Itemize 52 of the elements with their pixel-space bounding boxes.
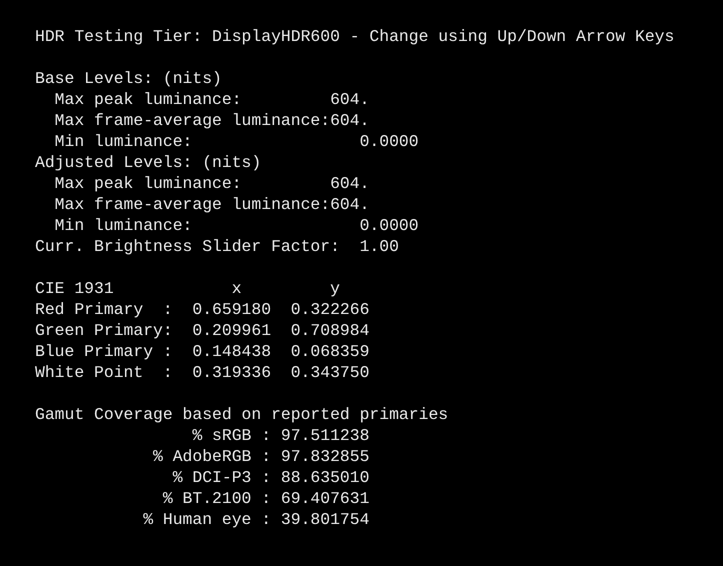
y-value: 0.322266 xyxy=(290,299,370,320)
metric-label: Max peak luminance: xyxy=(54,89,242,110)
metric-value: 604. xyxy=(330,111,370,130)
section-heading: Base Levels: (nits) xyxy=(35,68,222,89)
gamut-heading: Gamut Coverage based on reported primaries xyxy=(35,404,448,425)
primary-label: Red Primary xyxy=(35,299,144,320)
separator: : xyxy=(162,320,173,341)
screen-title: HDR Testing Tier: DisplayHDR600 - Change using Up/Down Arrow Keys xyxy=(35,26,674,47)
separator: : xyxy=(261,446,272,467)
gamut-label: % Human eye xyxy=(143,509,252,530)
brightness-label: Curr. Brightness Slider Factor: xyxy=(35,236,340,257)
metric-label: Min luminance: xyxy=(54,215,192,236)
separator: : xyxy=(261,509,272,530)
metric-label: Max peak luminance: xyxy=(54,173,242,194)
y-value: 0.343750 xyxy=(290,362,370,383)
gamut-label: % DCI-P3 xyxy=(172,467,252,488)
metric-value: 604. xyxy=(330,174,370,193)
gamut-label: % AdobeRGB xyxy=(153,446,252,467)
x-value: 0.659180 xyxy=(192,299,272,320)
y-value: 0.068359 xyxy=(290,341,370,362)
metric-value: 604. xyxy=(330,90,370,109)
metric-value: 0.0000 xyxy=(360,216,419,235)
metric-label: Max frame-average luminance: xyxy=(54,194,330,215)
x-value: 0.319336 xyxy=(192,362,272,383)
separator: : xyxy=(162,299,173,320)
gamut-label: % sRGB xyxy=(192,425,252,446)
separator: : xyxy=(261,467,272,488)
x-value: 0.209961 xyxy=(192,320,272,341)
primary-label: Green Primary xyxy=(35,320,163,341)
column-header: y xyxy=(330,278,340,299)
separator: : xyxy=(162,362,173,383)
metric-label: Min luminance: xyxy=(54,131,192,152)
gamut-value: 69.407631 xyxy=(280,488,370,509)
column-header: x xyxy=(232,278,242,299)
metric-value: 604. xyxy=(330,195,370,214)
x-value: 0.148438 xyxy=(192,341,272,362)
y-value: 0.708984 xyxy=(290,320,370,341)
gamut-label: % BT.2100 xyxy=(162,488,252,509)
gamut-value: 88.635010 xyxy=(280,467,370,488)
separator: : xyxy=(261,425,272,446)
metric-label: Max frame-average luminance: xyxy=(54,110,330,131)
cie-heading: CIE 1931 xyxy=(35,278,114,299)
primary-label: White Point xyxy=(35,362,144,383)
gamut-value: 39.801754 xyxy=(280,509,370,530)
gamut-value: 97.511238 xyxy=(280,425,370,446)
gamut-value: 97.832855 xyxy=(280,446,370,467)
primary-label: Blue Primary xyxy=(35,341,154,362)
separator: : xyxy=(261,488,272,509)
section-heading: Adjusted Levels: (nits) xyxy=(35,152,262,173)
brightness-value: 1.00 xyxy=(360,236,399,257)
metric-value: 0.0000 xyxy=(360,132,419,151)
separator: : xyxy=(162,341,173,362)
